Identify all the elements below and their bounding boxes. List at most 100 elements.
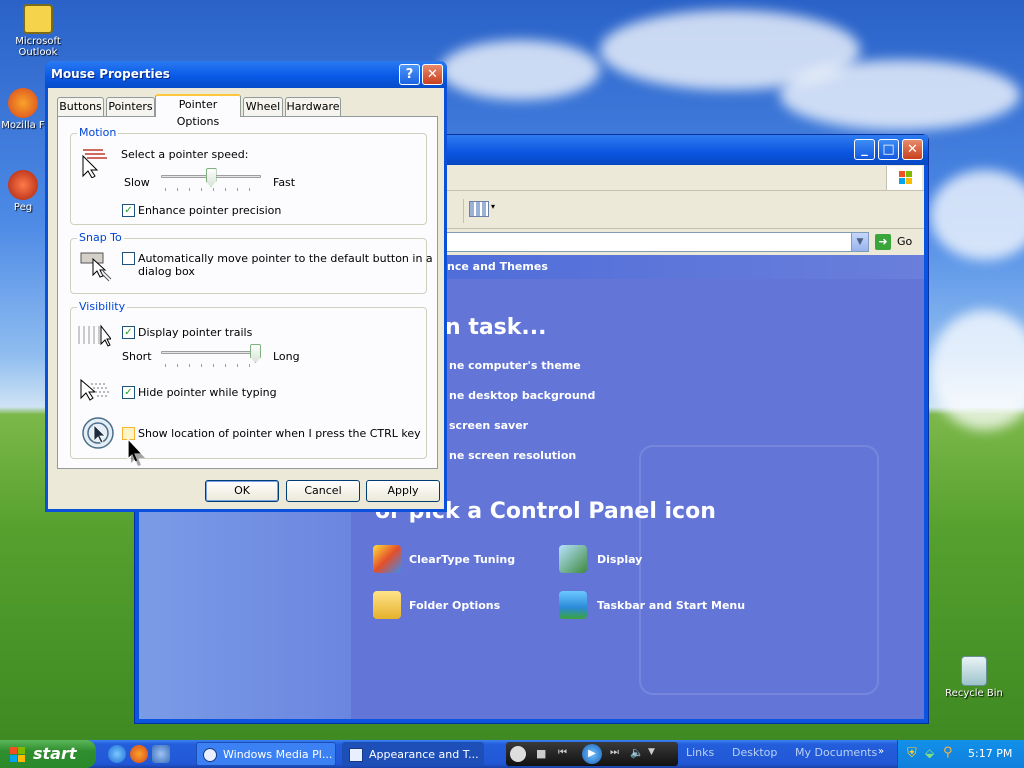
chevron-right-icon[interactable]: » <box>878 746 884 757</box>
slider-thumb[interactable] <box>205 168 217 187</box>
snap-to-checkbox[interactable] <box>122 252 135 265</box>
desktop-icon-recycle-bin[interactable]: Recycle Bin <box>939 656 1009 699</box>
apply-button[interactable]: Apply <box>366 480 440 502</box>
maximize-button[interactable]: □ <box>878 139 899 160</box>
enhance-precision-label: Enhance pointer precision <box>138 204 282 217</box>
task-link-screensaver[interactable]: screen saver <box>449 419 528 432</box>
pointer-options-panel: Motion Select a pointer speed: Slow Fast… <box>57 116 438 469</box>
firefox-icon[interactable] <box>130 745 148 763</box>
desktop-icon-label: Microsoft Outlook <box>15 36 61 58</box>
cp-item-taskbar[interactable]: Taskbar and Start Menu <box>597 599 745 612</box>
task-link-background[interactable]: ne desktop background <box>449 389 595 402</box>
cloud <box>440 40 600 100</box>
firefox-icon <box>8 88 38 118</box>
category-title: nce and Themes <box>447 260 548 273</box>
dialog-titlebar[interactable]: Mouse Properties ? ✕ <box>45 61 447 88</box>
minimize-button[interactable]: _ <box>854 139 875 160</box>
taskbar-button-appearance[interactable]: Appearance and T... <box>342 742 484 766</box>
chevron-down-icon[interactable]: ▾ <box>491 202 495 211</box>
task-link-theme[interactable]: ne computer's theme <box>449 359 581 372</box>
desktop-icon-pegasus[interactable]: Peg <box>0 170 46 213</box>
pointer-trails-icon <box>78 324 111 347</box>
pegasus-icon <box>8 170 38 200</box>
task-link-resolution[interactable]: ne screen resolution <box>449 449 576 462</box>
start-button[interactable]: start <box>0 740 96 768</box>
cloud <box>780 60 1020 130</box>
security-shield-icon[interactable]: ⛨ <box>907 746 917 761</box>
slider-thumb[interactable] <box>250 344 261 363</box>
long-label: Long <box>273 350 300 363</box>
search-icon[interactable]: ⚲ <box>943 745 953 760</box>
network-icon[interactable]: ⬙ <box>925 746 934 760</box>
mouse-cursor-icon <box>127 437 145 466</box>
trail-length-slider[interactable] <box>161 344 261 367</box>
snap-to-group: Snap To Automatically move pointer to th… <box>70 231 433 294</box>
help-button[interactable]: ? <box>399 64 420 85</box>
play-icon[interactable]: ▶ <box>582 744 602 764</box>
pointer-speed-slider[interactable] <box>161 168 261 191</box>
dialog-title: Mouse Properties <box>51 67 170 81</box>
tab-pointer-options[interactable]: Pointer Options <box>155 94 241 128</box>
cp-item-cleartype[interactable]: ClearType Tuning <box>409 553 515 566</box>
tab-pointers[interactable]: Pointers <box>106 97 155 116</box>
hide-pointer-checkbox[interactable]: ✓ <box>122 386 135 399</box>
toolbar-link-desktop[interactable]: Desktop <box>732 746 777 759</box>
mouse-properties-dialog: Mouse Properties ? ✕ Buttons Pointers Po… <box>45 61 447 512</box>
fast-label: Fast <box>273 176 296 189</box>
slow-label: Slow <box>124 176 150 189</box>
stop-icon[interactable]: ■ <box>536 747 546 760</box>
display-trails-label: Display pointer trails <box>138 326 253 339</box>
slider-track <box>161 351 261 354</box>
hide-pointer-icon <box>80 378 109 401</box>
chevron-down-icon[interactable]: ▼ <box>648 747 655 757</box>
enhance-precision-checkbox[interactable]: ✓ <box>122 204 135 217</box>
toolbar-link-my-documents[interactable]: My Documents <box>795 746 877 759</box>
desktop-icon-outlook[interactable]: Microsoft Outlook <box>3 4 73 58</box>
folder-options-icon[interactable] <box>373 591 401 619</box>
go-button[interactable]: ➜ Go <box>875 232 925 252</box>
views-icon[interactable] <box>469 201 489 217</box>
start-label: start <box>33 744 77 763</box>
short-label: Short <box>122 350 152 363</box>
snap-to-label-line1: Automatically move pointer to the defaul… <box>138 252 433 265</box>
taskbar-button-media-player[interactable]: Windows Media Pl... <box>196 742 336 766</box>
quick-launch-app-icon[interactable] <box>152 745 170 763</box>
taskbar-button-label: Appearance and T... <box>369 748 479 761</box>
desktop-icon-label: Peg <box>13 202 33 213</box>
cleartype-icon[interactable] <box>373 545 401 573</box>
cancel-button[interactable]: Cancel <box>286 480 360 502</box>
desktop-icon-label: Mozilla F <box>1 120 45 131</box>
clock[interactable]: 5:17 PM <box>968 747 1012 760</box>
taskbar-icon[interactable] <box>559 591 587 619</box>
pointer-speed-icon <box>82 149 107 178</box>
snap-to-icon <box>80 252 112 282</box>
go-label: Go <box>897 235 913 248</box>
next-icon[interactable]: ⏭ <box>610 747 619 758</box>
visibility-legend: Visibility <box>77 300 128 313</box>
cp-item-folder-options[interactable]: Folder Options <box>409 599 500 612</box>
toolbar-link-links[interactable]: Links <box>686 746 714 759</box>
slider-ticks <box>165 188 257 191</box>
motion-group: Motion Select a pointer speed: Slow Fast… <box>70 126 427 225</box>
ok-button[interactable]: OK <box>205 480 279 502</box>
desktop-icon-firefox[interactable]: Mozilla F <box>0 88 46 131</box>
media-player-icon <box>203 748 217 762</box>
cp-item-display[interactable]: Display <box>597 553 642 566</box>
go-arrow-icon: ➜ <box>875 234 891 250</box>
media-player-toolbar: ■ ⏮ ▶ ⏭ 🔈 ▼ <box>506 742 678 766</box>
tab-buttons[interactable]: Buttons <box>57 97 104 116</box>
address-dropdown-icon[interactable]: ▼ <box>851 233 868 251</box>
previous-icon[interactable]: ⏮ <box>558 747 567 758</box>
recycle-bin-icon <box>961 656 987 686</box>
tab-hardware[interactable]: Hardware <box>285 97 341 116</box>
windows-logo-icon <box>886 166 922 190</box>
close-button[interactable]: ✕ <box>902 139 923 160</box>
hide-pointer-label: Hide pointer while typing <box>138 386 277 399</box>
display-trails-checkbox[interactable]: ✓ <box>122 326 135 339</box>
internet-explorer-icon[interactable] <box>108 745 126 763</box>
close-button[interactable]: ✕ <box>422 64 443 85</box>
volume-icon[interactable]: 🔈 <box>630 746 644 759</box>
taskbar-button-label: Windows Media Pl... <box>223 748 333 761</box>
display-icon[interactable] <box>559 545 587 573</box>
tab-wheel[interactable]: Wheel <box>243 97 283 116</box>
